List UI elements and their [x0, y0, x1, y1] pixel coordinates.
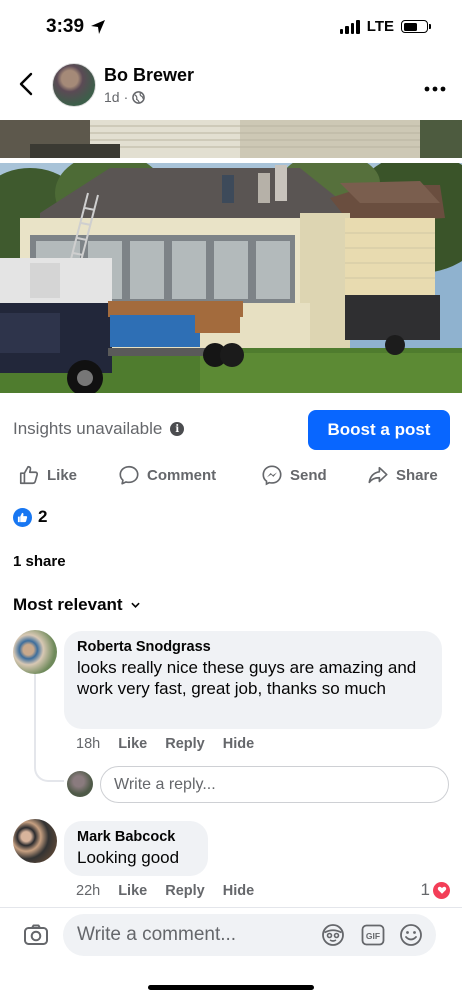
insights-text: Insights unavailable: [13, 419, 163, 438]
messenger-icon: [262, 465, 282, 486]
avatar-sticker-icon: [322, 924, 344, 946]
more-dots-icon: [424, 86, 446, 92]
sort-label: Most relevant: [13, 595, 123, 614]
house-photo: [0, 163, 462, 393]
commenter-avatar[interactable]: [13, 630, 57, 674]
photo-strip-art: [0, 120, 462, 158]
boost-post-button[interactable]: Boost a post: [308, 410, 450, 450]
divider: [0, 907, 462, 908]
comment-meta: 22h Like Reply Hide: [76, 883, 254, 899]
status-indicators: LTE: [339, 18, 431, 35]
author-avatar[interactable]: [52, 63, 96, 107]
status-bar: 3:39 LTE: [0, 0, 462, 56]
comment-hide-button[interactable]: Hide: [223, 883, 254, 899]
comment-text: Looking good: [77, 848, 180, 867]
status-time: 3:39: [46, 16, 106, 38]
comment-bubble: Roberta Snodgrass looks really nice thes…: [64, 631, 442, 729]
post-photo-top[interactable]: [0, 120, 462, 158]
love-reaction-icon: [433, 881, 450, 899]
comment-bubble-icon: [119, 465, 139, 485]
more-options-button[interactable]: [424, 72, 446, 98]
reaction-count: 2: [38, 507, 48, 526]
comment-text: looks really nice these guys are amazing…: [77, 658, 417, 698]
share-label: Share: [396, 466, 438, 484]
back-button[interactable]: [14, 70, 38, 98]
send-label: Send: [290, 466, 327, 484]
meta-separator: ·: [123, 89, 129, 105]
svg-text:GIF: GIF: [366, 931, 380, 941]
like-button[interactable]: Like: [18, 464, 77, 486]
network-label: LTE: [366, 18, 394, 35]
comment-reply-button[interactable]: Reply: [165, 883, 205, 899]
chevron-down-icon: [130, 602, 140, 608]
clock-text: 3:39: [46, 16, 85, 37]
author-name[interactable]: Bo Brewer: [104, 65, 194, 86]
emoji-icon: [400, 924, 422, 946]
like-reaction-icon: [13, 507, 32, 527]
insights-row: Insights unavailable i Boost a post: [0, 408, 462, 452]
avatar-sticker-button[interactable]: [321, 923, 345, 947]
comment-bubble: Mark Babcock Looking good: [64, 821, 208, 876]
reaction-summary[interactable]: 2: [13, 507, 47, 527]
thread-line: [34, 674, 64, 782]
commenter-name[interactable]: Roberta Snodgrass: [77, 639, 430, 655]
comment-reactions[interactable]: 1: [421, 880, 450, 900]
commenter-name[interactable]: Mark Babcock: [77, 829, 196, 845]
camera-icon: [24, 924, 48, 945]
post-header: Bo Brewer 1d ·: [0, 58, 462, 114]
home-indicator[interactable]: [148, 985, 314, 990]
post-actions: Like Comment Send Share: [0, 460, 462, 492]
commenter-avatar[interactable]: [13, 819, 57, 863]
comment-sort-dropdown[interactable]: Most relevant: [13, 595, 140, 615]
comment-placeholder: Write a comment...: [77, 924, 237, 945]
comment-reply-button[interactable]: Reply: [165, 736, 205, 752]
like-label: Like: [47, 466, 78, 484]
comment-time: 18h: [76, 736, 101, 752]
location-arrow-icon: [91, 20, 106, 34]
comment-label: Comment: [147, 466, 217, 484]
comment-meta: 18h Like Reply Hide: [76, 736, 254, 752]
info-icon[interactable]: i: [170, 422, 185, 436]
comment-hide-button[interactable]: Hide: [223, 736, 254, 752]
insights-label: Insights unavailable i: [13, 419, 185, 439]
battery-icon: [401, 20, 431, 33]
share-arrow-icon: [368, 466, 388, 484]
camera-button[interactable]: [22, 921, 50, 949]
comment-like-button[interactable]: Like: [118, 883, 147, 899]
reply-avatar: [67, 771, 93, 797]
comment-time: 22h: [76, 883, 101, 899]
comment-like-button[interactable]: Like: [118, 736, 147, 752]
comment-composer[interactable]: Write a comment... GIF: [63, 914, 436, 956]
reply-input[interactable]: Write a reply...: [100, 766, 449, 803]
comment-reaction-count: 1: [420, 880, 430, 899]
post-meta: 1d ·: [104, 89, 146, 105]
thumbs-up-icon: [19, 465, 39, 485]
globe-icon: [132, 90, 146, 104]
post-age: 1d: [104, 89, 120, 105]
reply-placeholder: Write a reply...: [114, 775, 216, 793]
post-photo-main[interactable]: [0, 163, 462, 393]
emoji-button[interactable]: [399, 923, 423, 947]
gif-icon: GIF: [361, 924, 385, 946]
signal-icon: [339, 19, 360, 34]
share-count[interactable]: 1 share: [13, 553, 66, 570]
share-button[interactable]: Share: [367, 464, 438, 486]
back-chevron-icon: [19, 72, 33, 96]
gif-button[interactable]: GIF: [361, 923, 385, 947]
comment-button[interactable]: Comment: [118, 464, 216, 486]
send-button[interactable]: Send: [261, 464, 327, 486]
